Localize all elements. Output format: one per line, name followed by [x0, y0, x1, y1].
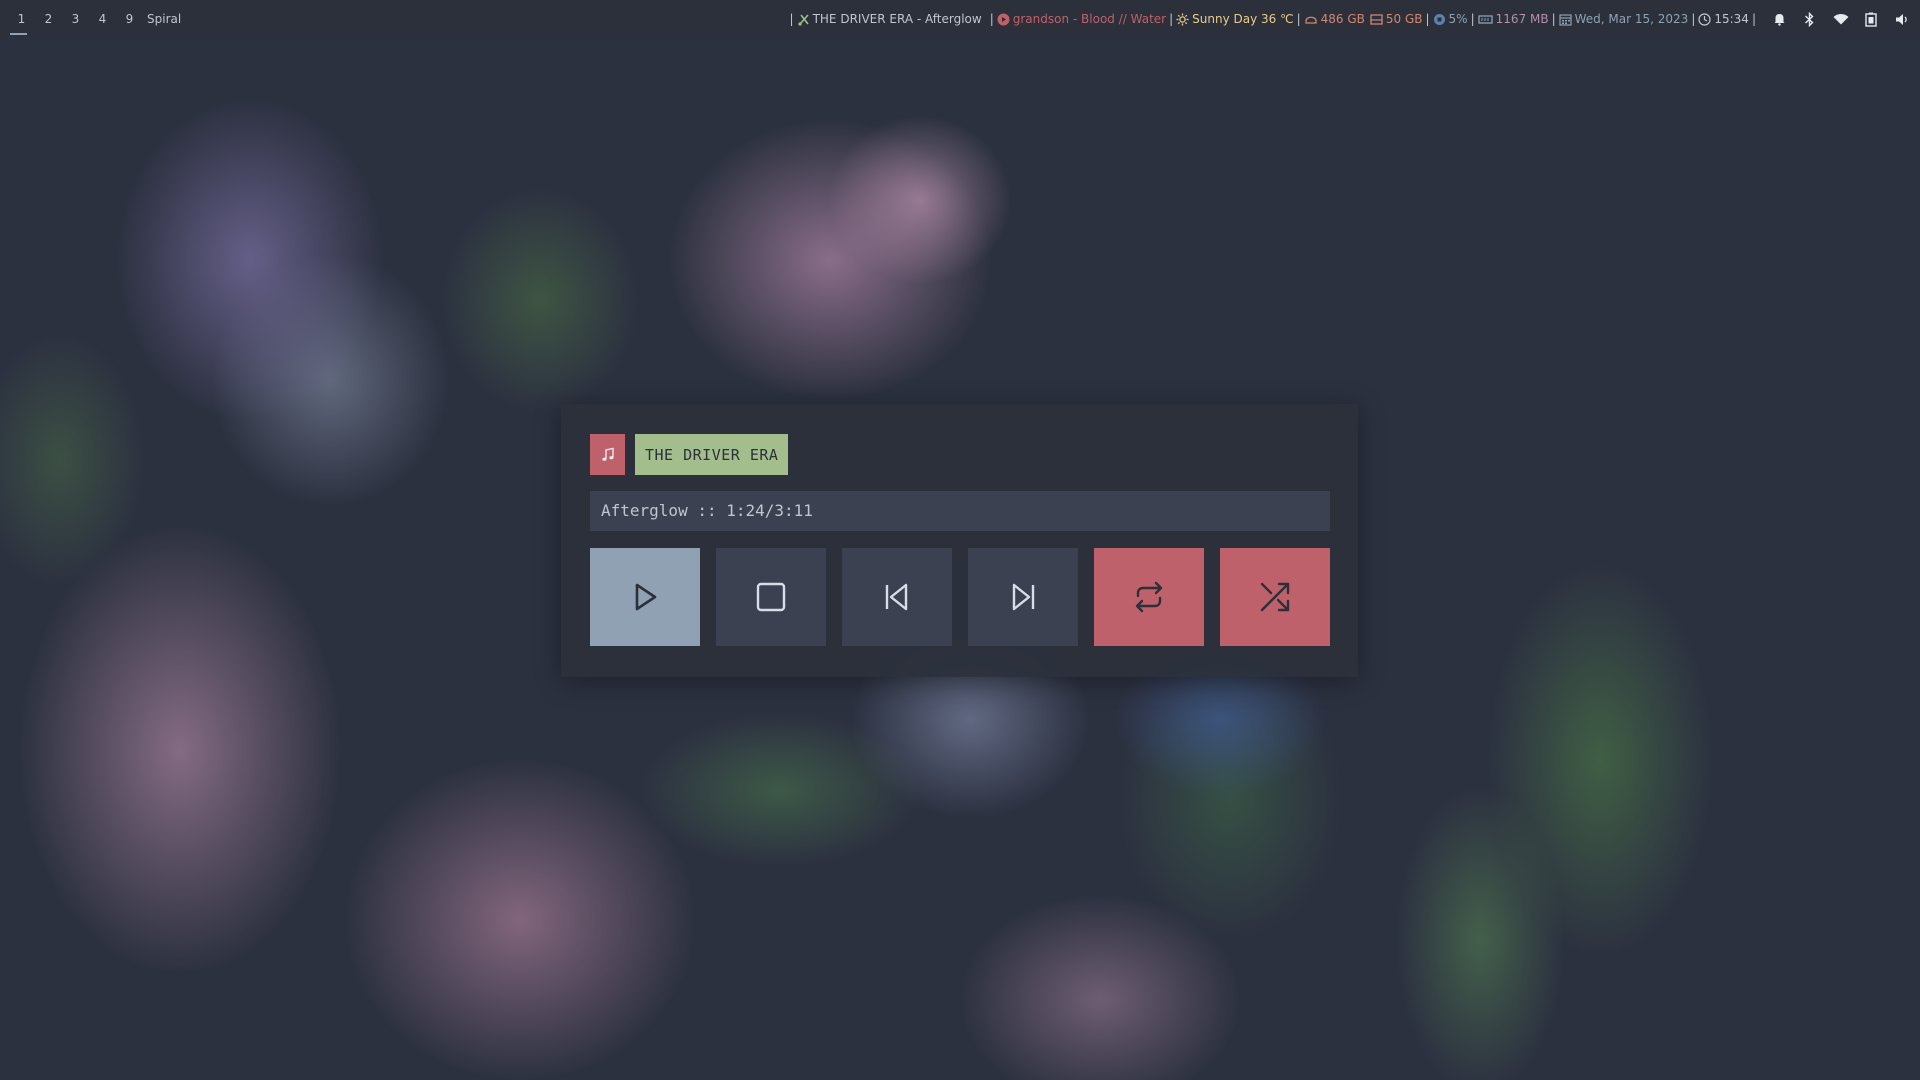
date-module[interactable]: Wed, Mar 15, 2023 — [1559, 12, 1689, 26]
separator: | — [1751, 12, 1756, 26]
clock-icon — [1698, 12, 1711, 26]
disk-root-text: 486 GB — [1320, 12, 1365, 26]
shuffle-icon — [1260, 582, 1290, 612]
sun-icon — [1176, 13, 1189, 26]
youtube-module[interactable]: grandson - Blood // Water — [997, 12, 1166, 26]
memory-module[interactable]: 1167 MB — [1477, 12, 1549, 26]
player-title-row: THE DRIVER ERA — [590, 434, 789, 475]
next-button[interactable] — [968, 548, 1078, 646]
date-text: Wed, Mar 15, 2023 — [1574, 12, 1689, 26]
separator: | — [1551, 12, 1556, 26]
memory-icon — [1477, 13, 1493, 26]
music-icon — [797, 13, 810, 26]
repeat-button[interactable] — [1094, 548, 1204, 646]
calendar-icon — [1559, 13, 1572, 26]
skip-back-icon — [885, 583, 908, 611]
track-info: Afterglow :: 1:24/3:11 — [590, 491, 1330, 531]
stop-button[interactable] — [716, 548, 826, 646]
disk-root-module[interactable]: 486 GB — [1304, 12, 1365, 26]
top-bar: 1 2 3 4 9 Spiral | THE DRIVER ERA - Afte… — [0, 0, 1920, 38]
now-playing-text: THE DRIVER ERA - Afterglow — [812, 12, 982, 26]
music-player-widget: THE DRIVER ERA Afterglow :: 1:24/3:11 — [561, 404, 1358, 677]
cpu-icon — [1433, 13, 1446, 26]
play-icon — [635, 583, 657, 611]
status-modules: | THE DRIVER ERA - Afterglow | grandson … — [787, 0, 1910, 38]
separator: | — [1470, 12, 1475, 26]
workspace-2[interactable]: 2 — [35, 0, 62, 38]
youtube-icon — [997, 13, 1010, 26]
stop-icon — [756, 582, 786, 612]
workspace-list: 1 2 3 4 9 Spiral — [8, 0, 181, 38]
bell-icon[interactable] — [1773, 12, 1786, 26]
bluetooth-icon[interactable] — [1804, 11, 1815, 27]
drive-icon — [1370, 13, 1383, 26]
separator: | — [789, 12, 794, 26]
layout-name[interactable]: Spiral — [147, 12, 181, 26]
now-playing-module[interactable]: THE DRIVER ERA - Afterglow — [797, 12, 982, 26]
music-note-icon — [590, 434, 625, 475]
cpu-text: 5% — [1448, 12, 1468, 26]
youtube-text: grandson - Blood // Water — [1012, 12, 1167, 26]
battery-icon[interactable] — [1865, 12, 1877, 27]
artist-label: THE DRIVER ERA — [635, 434, 789, 475]
time-module[interactable]: 15:34 — [1698, 12, 1749, 26]
workspace-9[interactable]: 9 — [116, 0, 143, 38]
play-button[interactable] — [590, 548, 700, 646]
previous-button[interactable] — [842, 548, 952, 646]
disk-home-text: 50 GB — [1385, 12, 1423, 26]
memory-text: 1167 MB — [1495, 12, 1549, 26]
weather-text: Sunny Day 36 ℃ — [1192, 12, 1294, 26]
disk-icon — [1304, 13, 1318, 26]
workspace-3[interactable]: 3 — [62, 0, 89, 38]
repeat-icon — [1135, 581, 1163, 613]
workspace-1[interactable]: 1 — [8, 0, 35, 38]
time-text: 15:34 — [1714, 12, 1749, 26]
skip-forward-icon — [1012, 583, 1035, 611]
weather-module[interactable]: Sunny Day 36 ℃ — [1176, 12, 1294, 26]
disk-home-module[interactable]: 50 GB — [1370, 12, 1423, 26]
separator: | — [1296, 12, 1301, 26]
cpu-module[interactable]: 5% — [1433, 12, 1468, 26]
workspace-4[interactable]: 4 — [89, 0, 116, 38]
player-controls — [590, 548, 1330, 646]
volume-icon[interactable] — [1895, 13, 1910, 26]
shuffle-button[interactable] — [1220, 548, 1330, 646]
separator: | — [1425, 12, 1430, 26]
separator: | — [1691, 12, 1696, 26]
wifi-icon[interactable] — [1833, 13, 1849, 25]
separator: | — [989, 12, 994, 26]
separator: | — [1169, 12, 1174, 26]
